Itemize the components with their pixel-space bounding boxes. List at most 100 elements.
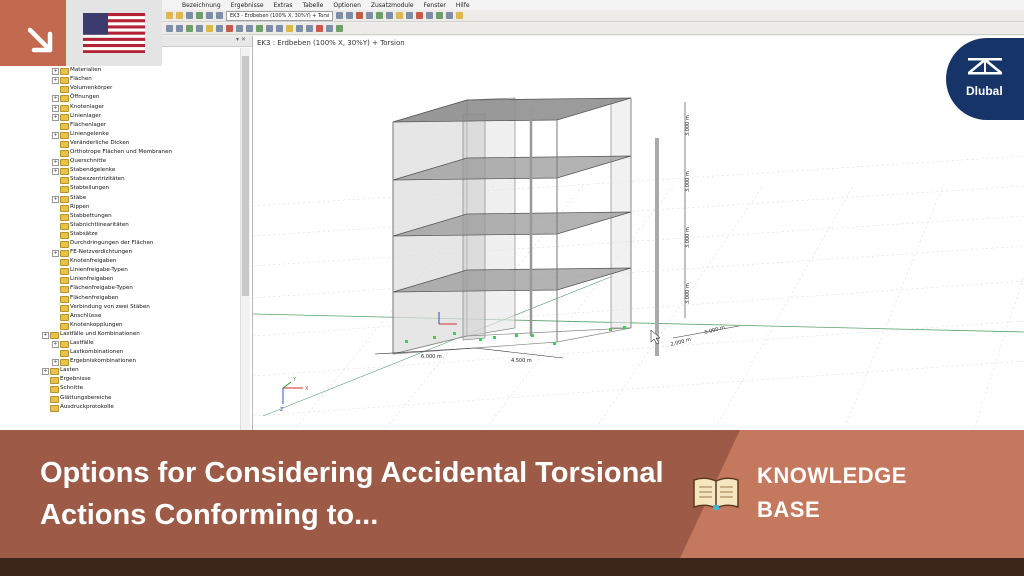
expand-toggle-icon[interactable]: +: [52, 195, 59, 203]
tree-item[interactable]: Ausdruckprotokolle: [0, 403, 240, 412]
open-file-icon[interactable]: [166, 12, 173, 19]
expand-toggle-icon[interactable]: +: [52, 104, 59, 112]
tree-item[interactable]: + Flächen: [0, 75, 240, 85]
expand-toggle-icon[interactable]: +: [52, 168, 59, 176]
print-icon[interactable]: [196, 12, 203, 19]
render-icon[interactable]: [396, 12, 404, 19]
tree-item[interactable]: Schnitte: [0, 384, 240, 394]
tree-item[interactable]: + Lasten: [0, 366, 240, 376]
previous-loadcase-icon[interactable]: [336, 12, 344, 19]
model-viewport[interactable]: EK3 : Erdbeben (100% X, 30%Y) + Torsion: [253, 36, 1024, 432]
display-icon[interactable]: [376, 12, 384, 19]
tree-item[interactable]: Veränderliche Dicken: [0, 139, 240, 148]
front-view-icon[interactable]: [276, 25, 283, 32]
tree-item[interactable]: Stabteilungen: [0, 184, 240, 194]
pin-close-icon[interactable]: ▾ ✕: [236, 36, 246, 43]
menu-item-extras[interactable]: Extras: [274, 2, 293, 9]
tree-item[interactable]: Lastkombinationen: [0, 348, 240, 358]
folder-icon[interactable]: [176, 12, 183, 19]
tree-item[interactable]: Stabexzentrizitäten: [0, 175, 240, 185]
expand-toggle-icon[interactable]: +: [52, 68, 59, 76]
tree-item[interactable]: Knotenkopplungen: [0, 321, 240, 330]
menu-item-fenster[interactable]: Fenster: [424, 2, 446, 9]
menu-item-ergebnisse[interactable]: Ergebnisse: [231, 2, 264, 9]
measure-icon[interactable]: [306, 25, 313, 32]
calculate-icon[interactable]: [256, 25, 263, 32]
load-icon[interactable]: [236, 25, 243, 32]
tree-item[interactable]: Anschlüsse: [0, 312, 240, 321]
expand-toggle-icon[interactable]: +: [52, 77, 59, 85]
redo-icon[interactable]: [216, 12, 223, 19]
view-icon[interactable]: [366, 12, 374, 19]
expand-toggle-icon[interactable]: +: [52, 359, 59, 367]
tree-item[interactable]: Flächenlager: [0, 121, 240, 130]
save-icon[interactable]: [186, 12, 193, 19]
tree-item[interactable]: + FE-Netzverdichtungen: [0, 248, 240, 258]
member-icon[interactable]: [196, 25, 203, 32]
tree-item[interactable]: Stabnichtlinearitäten: [0, 221, 240, 230]
tree-item[interactable]: Ergebnisse: [0, 375, 240, 385]
loadcase-select[interactable]: EK3 - Erdbeben (100% X, 30%Y) + Torsi: [226, 10, 334, 21]
tree-item[interactable]: + Linienlager: [0, 112, 240, 121]
undo-icon[interactable]: [206, 12, 213, 19]
results-icon[interactable]: [356, 12, 364, 19]
solid-icon[interactable]: [216, 25, 223, 32]
tree-item[interactable]: + Stäbe: [0, 194, 240, 203]
tree-item[interactable]: + Lastfälle und Kombinationen: [0, 330, 240, 339]
tree-item[interactable]: + Liniengelenke: [0, 130, 240, 139]
tree-item[interactable]: Verbindung von zwei Stäben: [0, 303, 240, 312]
language-flag[interactable]: [66, 0, 162, 66]
delete-icon[interactable]: [416, 12, 424, 19]
tree-item[interactable]: Flächenfreigabe-Typen: [0, 284, 240, 294]
expand-toggle-icon[interactable]: +: [52, 131, 59, 139]
next-loadcase-icon[interactable]: [346, 12, 354, 19]
tree-item[interactable]: + Ergebniskombinationen: [0, 357, 240, 367]
tree-item[interactable]: Linienfreigabe-Typen: [0, 266, 240, 276]
tree-item[interactable]: Durchdringungen der Flächen: [0, 239, 240, 248]
tree-item[interactable]: + Stabendgelenke: [0, 166, 240, 176]
node-icon[interactable]: [176, 25, 183, 32]
menu-item-hilfe[interactable]: Hilfe: [456, 2, 470, 9]
tree-item[interactable]: + Knotenlager: [0, 103, 240, 112]
tree-item[interactable]: Rippen: [0, 203, 240, 212]
navigator-scrollbar[interactable]: [240, 48, 250, 432]
expand-toggle-icon[interactable]: +: [52, 113, 59, 121]
menu-item-optionen[interactable]: Optionen: [333, 2, 361, 9]
tree-item[interactable]: Stabsätze: [0, 230, 240, 239]
grid-icon[interactable]: [406, 12, 414, 19]
tree-item[interactable]: Flächenfreigaben: [0, 294, 240, 303]
expand-toggle-icon[interactable]: +: [52, 159, 59, 167]
expand-toggle-icon[interactable]: +: [52, 95, 59, 103]
article-title[interactable]: Options for Considering Accidental Torsi…: [40, 452, 680, 536]
module-icon[interactable]: [436, 12, 444, 19]
menu-item-tabelle[interactable]: Tabelle: [302, 2, 323, 9]
zoom-icon[interactable]: [386, 12, 394, 19]
tree-item[interactable]: + Lastfälle: [0, 339, 240, 348]
top-view-icon[interactable]: [286, 25, 293, 32]
snap-icon[interactable]: [316, 25, 323, 32]
settings-icon[interactable]: [456, 12, 464, 19]
support-icon[interactable]: [226, 25, 233, 32]
table-icon[interactable]: [426, 12, 434, 19]
window-icon[interactable]: [446, 12, 454, 19]
iso-view-icon[interactable]: [266, 25, 273, 32]
expand-toggle-icon[interactable]: +: [42, 368, 49, 376]
tree-item[interactable]: Volumenkörper: [0, 84, 240, 94]
menu-item-bezeichnung[interactable]: Bezeichnung: [182, 2, 221, 9]
tree-item[interactable]: + Öffnungen: [0, 93, 240, 103]
mesh-icon[interactable]: [246, 25, 253, 32]
expand-toggle-icon[interactable]: +: [52, 341, 59, 348]
coordinate-icon[interactable]: [326, 25, 333, 32]
side-view-icon[interactable]: [296, 25, 303, 32]
tree-item[interactable]: + Querschnitte: [0, 157, 240, 167]
tree-item[interactable]: Linienfreigaben: [0, 275, 240, 285]
tree-item[interactable]: Orthotrope Flächen und Membranen: [0, 148, 240, 158]
filter-icon[interactable]: [336, 25, 343, 32]
surface-icon[interactable]: [206, 25, 213, 32]
expand-toggle-icon[interactable]: +: [52, 250, 59, 258]
tree-item[interactable]: Glättungsbereiche: [0, 394, 240, 403]
expand-toggle-icon[interactable]: +: [42, 331, 49, 339]
select-icon[interactable]: [166, 25, 173, 32]
scrollbar-thumb[interactable]: [242, 56, 249, 296]
tree-item[interactable]: + Materialien: [0, 66, 240, 76]
